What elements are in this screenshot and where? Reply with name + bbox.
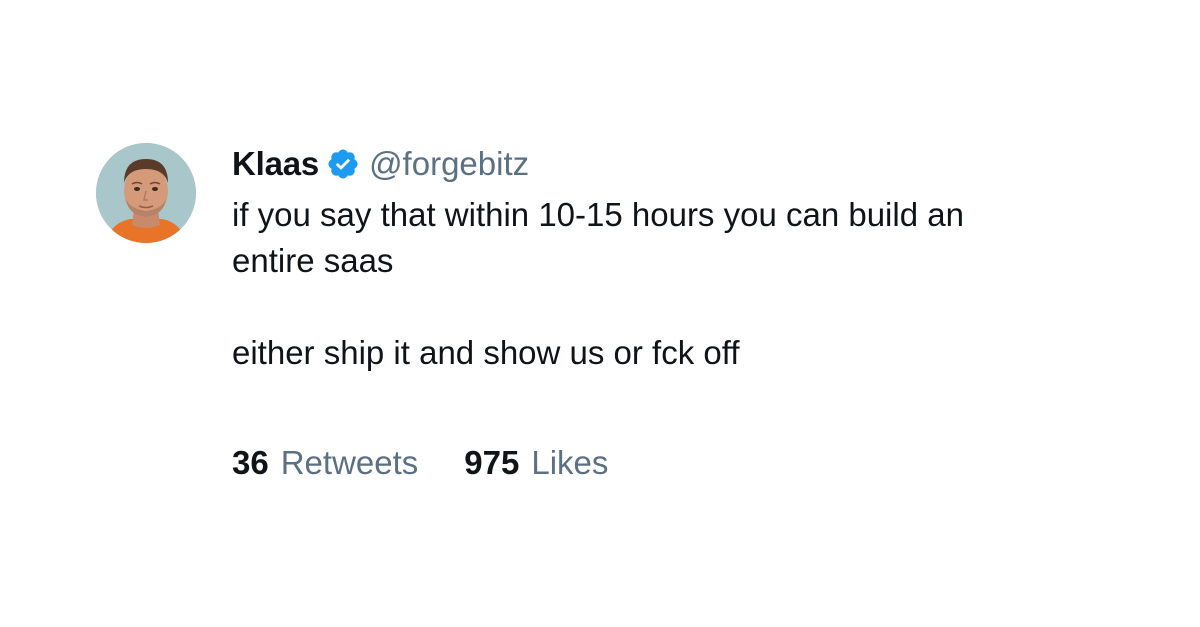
tweet-text: if you say that within 10-15 hours you c… bbox=[232, 192, 1112, 376]
tweet-content: Klaas @forgebitz if you say that within … bbox=[232, 142, 1112, 376]
likes-count: 975 bbox=[464, 444, 520, 481]
author-name[interactable]: Klaas bbox=[232, 145, 319, 183]
tweet-stats: 36 Retweets 975 Likes bbox=[232, 444, 654, 482]
retweets-count: 36 bbox=[232, 444, 269, 481]
retweets-stat[interactable]: 36 Retweets bbox=[232, 444, 418, 482]
likes-label: Likes bbox=[531, 444, 609, 481]
tweet-text-line: either ship it and show us or fck off bbox=[232, 334, 740, 371]
author-handle[interactable]: @forgebitz bbox=[369, 145, 529, 183]
tweet-header: Klaas @forgebitz bbox=[232, 142, 1112, 186]
tweet-text-line: entire saas bbox=[232, 242, 394, 279]
avatar[interactable] bbox=[96, 143, 196, 243]
verified-badge-icon bbox=[326, 147, 360, 181]
tweet-card: Klaas @forgebitz if you say that within … bbox=[0, 0, 1200, 627]
retweets-label: Retweets bbox=[280, 444, 419, 481]
profile-photo-icon bbox=[96, 143, 196, 243]
tweet-text-line: if you say that within 10-15 hours you c… bbox=[232, 196, 964, 233]
likes-stat[interactable]: 975 Likes bbox=[464, 444, 608, 482]
